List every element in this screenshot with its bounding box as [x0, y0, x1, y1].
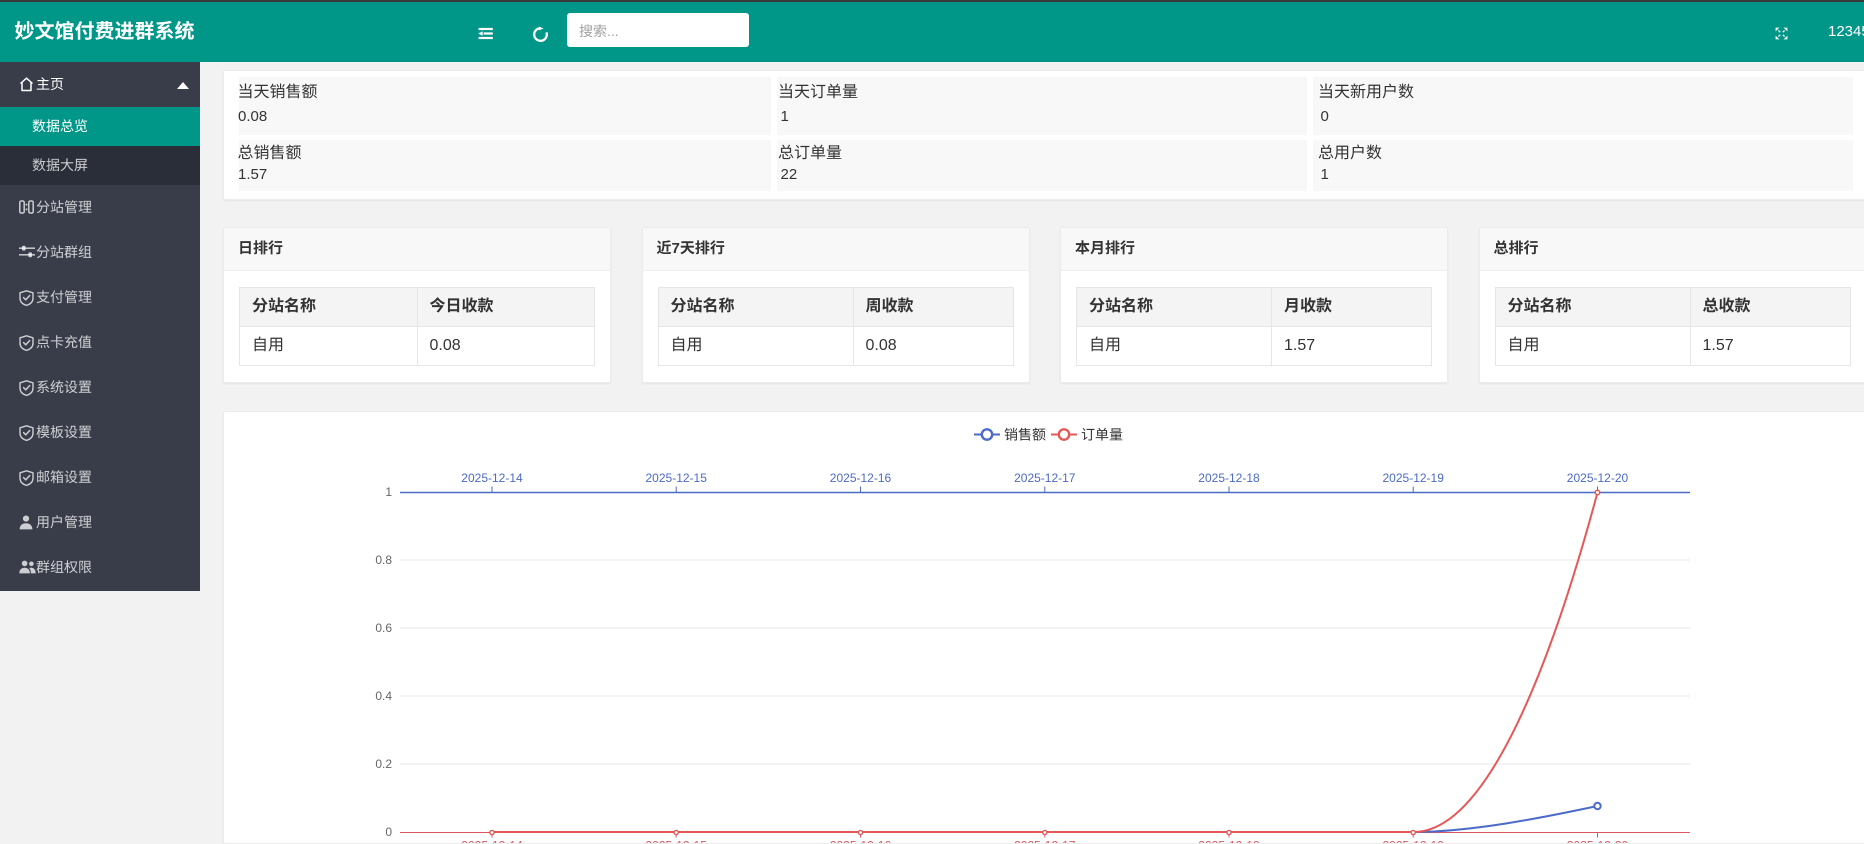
svg-text:2025-12-20: 2025-12-20 — [1567, 838, 1629, 843]
svg-text:2025-12-19: 2025-12-19 — [1383, 471, 1445, 485]
svg-text:2025-12-14: 2025-12-14 — [461, 471, 523, 485]
svg-text:2025-12-14: 2025-12-14 — [461, 838, 523, 843]
svg-text:2025-12-17: 2025-12-17 — [1014, 838, 1076, 843]
svg-text:2025-12-15: 2025-12-15 — [646, 471, 708, 485]
svg-text:0.2: 0.2 — [375, 757, 392, 771]
svg-text:0: 0 — [385, 825, 392, 839]
svg-text:2025-12-19: 2025-12-19 — [1383, 838, 1445, 843]
svg-text:订单量: 订单量 — [1081, 427, 1123, 443]
svg-text:0.8: 0.8 — [375, 553, 392, 567]
svg-text:销售额: 销售额 — [1004, 427, 1046, 443]
svg-text:2025-12-18: 2025-12-18 — [1198, 838, 1260, 843]
svg-text:2025-12-16: 2025-12-16 — [830, 471, 892, 485]
svg-text:0.4: 0.4 — [375, 689, 392, 703]
svg-text:0.6: 0.6 — [375, 621, 392, 635]
svg-text:2025-12-16: 2025-12-16 — [830, 838, 892, 843]
svg-text:1: 1 — [385, 485, 392, 499]
svg-text:2025-12-15: 2025-12-15 — [646, 838, 708, 843]
svg-text:2025-12-18: 2025-12-18 — [1198, 471, 1260, 485]
svg-text:2025-12-20: 2025-12-20 — [1567, 471, 1629, 485]
svg-text:2025-12-17: 2025-12-17 — [1014, 471, 1076, 485]
